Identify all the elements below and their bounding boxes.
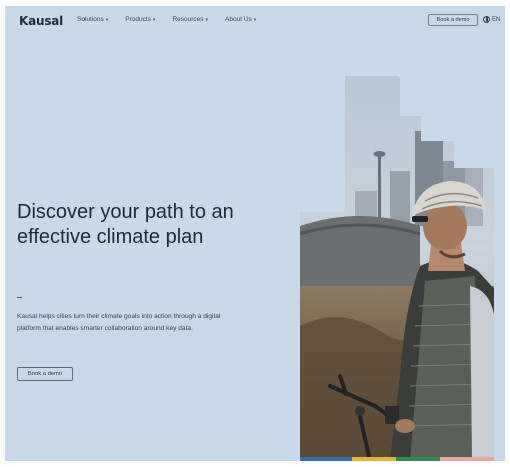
- chevron-down-icon: ▾: [105, 16, 109, 23]
- menu-item-label: Products: [125, 16, 151, 23]
- book-demo-nav-button[interactable]: Book a demo: [428, 14, 478, 26]
- hero-photo-cyclist: [300, 76, 494, 457]
- menu-item-label: About Us: [225, 16, 252, 23]
- globe-icon: [483, 16, 490, 23]
- menu-item-label: Resources: [172, 16, 204, 23]
- menu-item-resources[interactable]: Resources ▾: [172, 16, 208, 23]
- divider: [17, 297, 22, 298]
- color-bar-green: [396, 457, 440, 461]
- color-bar-pink: [440, 457, 494, 461]
- chevron-down-icon: ▾: [152, 16, 156, 23]
- hero-description: Kausal helps cities turn their climate g…: [17, 313, 221, 332]
- top-navigation: Kausal Solutions ▾ Products ▾ Resources …: [5, 6, 505, 36]
- page: Kausal Solutions ▾ Products ▾ Resources …: [5, 6, 505, 461]
- hero-headline: Discover your path to an effective clima…: [17, 201, 234, 248]
- brand-color-bars: [300, 457, 494, 461]
- menu-item-solutions[interactable]: Solutions ▾: [77, 16, 108, 23]
- menu-item-products[interactable]: Products ▾: [125, 16, 155, 23]
- menu-item-about-us[interactable]: About Us ▾: [225, 16, 256, 23]
- main-menu: Solutions ▾ Products ▾ Resources ▾ About…: [77, 16, 256, 23]
- color-bar-yellow: [352, 457, 396, 461]
- language-selector[interactable]: EN: [483, 16, 500, 23]
- chevron-down-icon: ▾: [205, 16, 209, 23]
- kausal-logo[interactable]: Kausal: [19, 14, 63, 28]
- color-bar-blue: [300, 457, 352, 461]
- chevron-down-icon: ▾: [253, 16, 257, 23]
- language-label: EN: [492, 16, 501, 23]
- book-demo-button[interactable]: Book a demo: [17, 367, 73, 381]
- menu-item-label: Solutions: [77, 16, 104, 23]
